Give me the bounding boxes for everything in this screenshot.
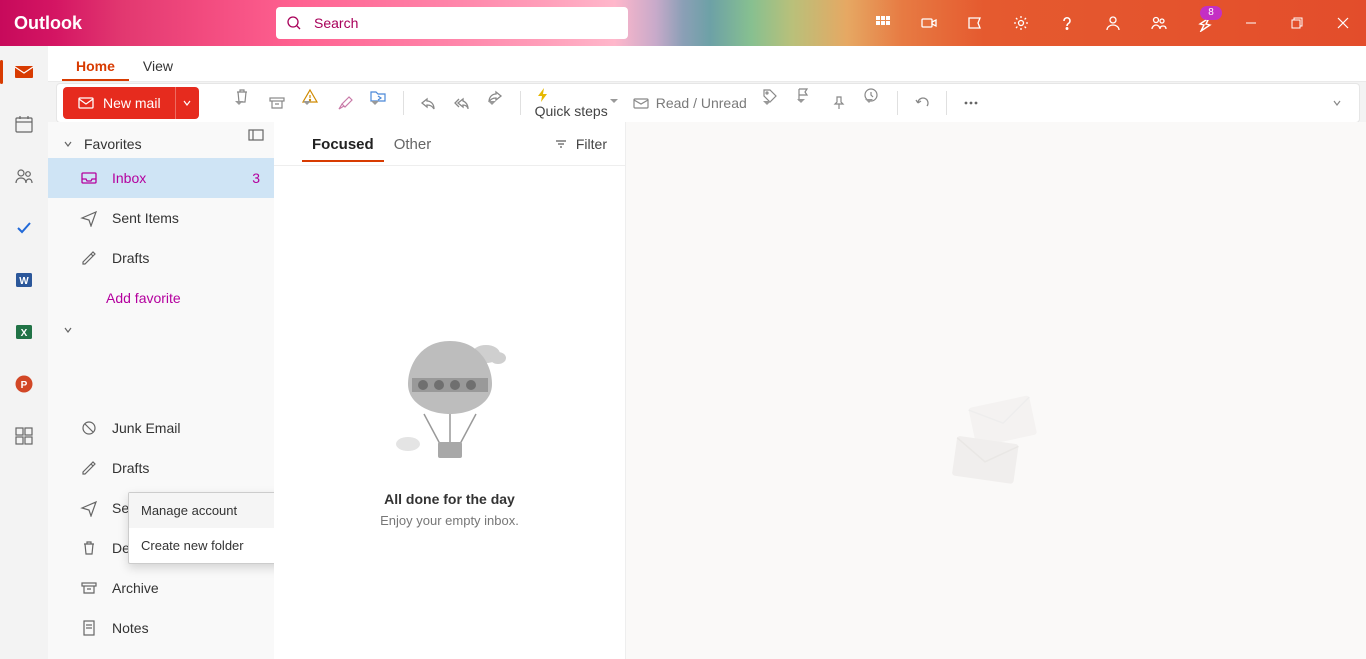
new-mail-split-button: New mail [63, 87, 199, 119]
pin-button[interactable] [823, 87, 855, 119]
new-mail-button[interactable]: New mail [63, 87, 175, 119]
window-controls [1228, 0, 1366, 46]
quick-steps-button[interactable]: Quick steps [529, 87, 624, 119]
main-tabs: Home View [0, 46, 1366, 82]
sidebar-item-inbox[interactable]: Inbox 3 [48, 158, 274, 198]
filter-label: Filter [576, 136, 607, 152]
account-icon[interactable] [1090, 0, 1136, 46]
settings-icon[interactable] [998, 0, 1044, 46]
envelope-illustration [946, 392, 1056, 497]
tab-focused[interactable]: Focused [302, 126, 384, 162]
drafts-icon [80, 249, 98, 267]
tips-icon[interactable] [952, 0, 998, 46]
sidebar-item-notes[interactable]: Notes [48, 608, 274, 648]
junk-icon [80, 419, 98, 437]
sidebar-item-label: Junk Email [112, 420, 260, 436]
snooze-button[interactable] [857, 87, 889, 119]
sidebar: Favorites Inbox 3 Sent Items Drafts Add … [48, 122, 274, 659]
read-unread-label: Read / Unread [656, 95, 747, 111]
sidebar-item-label: Sent Items [112, 210, 260, 226]
minimize-button[interactable] [1228, 0, 1274, 46]
balloon-illustration [390, 336, 510, 471]
tab-view[interactable]: View [129, 50, 187, 81]
reply-all-button[interactable] [446, 87, 478, 119]
notifications-icon[interactable] [1182, 0, 1228, 46]
move-to-button[interactable] [363, 87, 395, 119]
rail-mail-icon[interactable] [8, 56, 40, 88]
sidebar-item-label: Archive [112, 580, 260, 596]
tab-home[interactable]: Home [62, 50, 129, 81]
archive-icon [80, 579, 98, 597]
add-favorite-link[interactable]: Add favorite [48, 278, 274, 318]
archive-button[interactable] [261, 87, 293, 119]
search-box[interactable] [276, 7, 628, 39]
search-icon [286, 15, 302, 31]
collapse-sidebar-icon[interactable] [248, 128, 264, 146]
help-icon[interactable] [1044, 0, 1090, 46]
empty-title: All done for the day [384, 491, 515, 507]
mail-icon [77, 94, 95, 112]
quick-steps-label: Quick steps [535, 103, 608, 119]
sidebar-item-junk[interactable]: Junk Email [48, 408, 274, 448]
drafts-icon [80, 459, 98, 477]
report-button[interactable] [295, 87, 327, 119]
menu-manage-account[interactable]: Manage account [129, 493, 274, 528]
flag-button[interactable] [789, 87, 821, 119]
notes-icon [80, 619, 98, 637]
sidebar-item-archive[interactable]: Archive [48, 568, 274, 608]
trash-icon [80, 539, 98, 557]
reply-button[interactable] [412, 87, 444, 119]
read-unread-button[interactable]: Read / Unread [626, 87, 753, 119]
sidebar-item-label: Drafts [112, 460, 260, 476]
add-favorite-label: Add favorite [106, 290, 181, 306]
inbox-icon [80, 169, 98, 187]
meet-now-icon[interactable] [906, 0, 952, 46]
list-header: Focused Other Filter [274, 122, 625, 166]
message-list-pane: Focused Other Filter [274, 122, 626, 659]
menu-create-folder[interactable]: Create new folder [129, 528, 274, 563]
forward-button[interactable] [480, 87, 512, 119]
ribbon-dropdown-icon[interactable] [1321, 87, 1353, 119]
favorites-label: Favorites [84, 136, 142, 152]
maximize-button[interactable] [1274, 0, 1320, 46]
filter-button[interactable]: Filter [554, 136, 607, 152]
ribbon: New mail Quick steps Read / Unread [56, 83, 1360, 123]
app-brand: Outlook [0, 13, 90, 34]
sweep-button[interactable] [329, 87, 361, 119]
account-context-menu: Manage account Create new folder [128, 492, 274, 564]
sidebar-item-label: Notes [112, 620, 260, 636]
sidebar-item-label: Drafts [112, 250, 260, 266]
close-button[interactable] [1320, 0, 1366, 46]
account-header[interactable] [48, 318, 274, 342]
title-actions [860, 0, 1228, 46]
title-bar: Outlook [0, 0, 1366, 46]
people-icon[interactable] [1136, 0, 1182, 46]
apps-icon[interactable] [860, 0, 906, 46]
sidebar-item-sent[interactable]: Sent Items [48, 198, 274, 238]
new-mail-dropdown[interactable] [175, 87, 199, 119]
more-options-button[interactable] [955, 87, 987, 119]
tab-other[interactable]: Other [384, 126, 442, 162]
undo-button[interactable] [906, 87, 938, 119]
categorize-button[interactable] [755, 87, 787, 119]
reading-pane [626, 122, 1366, 659]
chevron-down-icon [62, 138, 74, 150]
new-mail-label: New mail [103, 95, 161, 111]
sidebar-item-count: 3 [252, 170, 260, 186]
filter-icon [554, 137, 568, 151]
empty-subtitle: Enjoy your empty inbox. [380, 513, 519, 528]
empty-state: All done for the day Enjoy your empty in… [274, 166, 625, 659]
delete-button[interactable] [227, 87, 259, 119]
sidebar-item-label: Inbox [112, 170, 252, 186]
sent-icon [80, 499, 98, 517]
search-input[interactable] [314, 15, 618, 31]
sent-icon [80, 209, 98, 227]
chevron-down-icon [62, 324, 74, 336]
favorites-header[interactable]: Favorites [48, 122, 274, 158]
sidebar-item-drafts[interactable]: Drafts [48, 238, 274, 278]
sidebar-item-drafts-2[interactable]: Drafts [48, 448, 274, 488]
